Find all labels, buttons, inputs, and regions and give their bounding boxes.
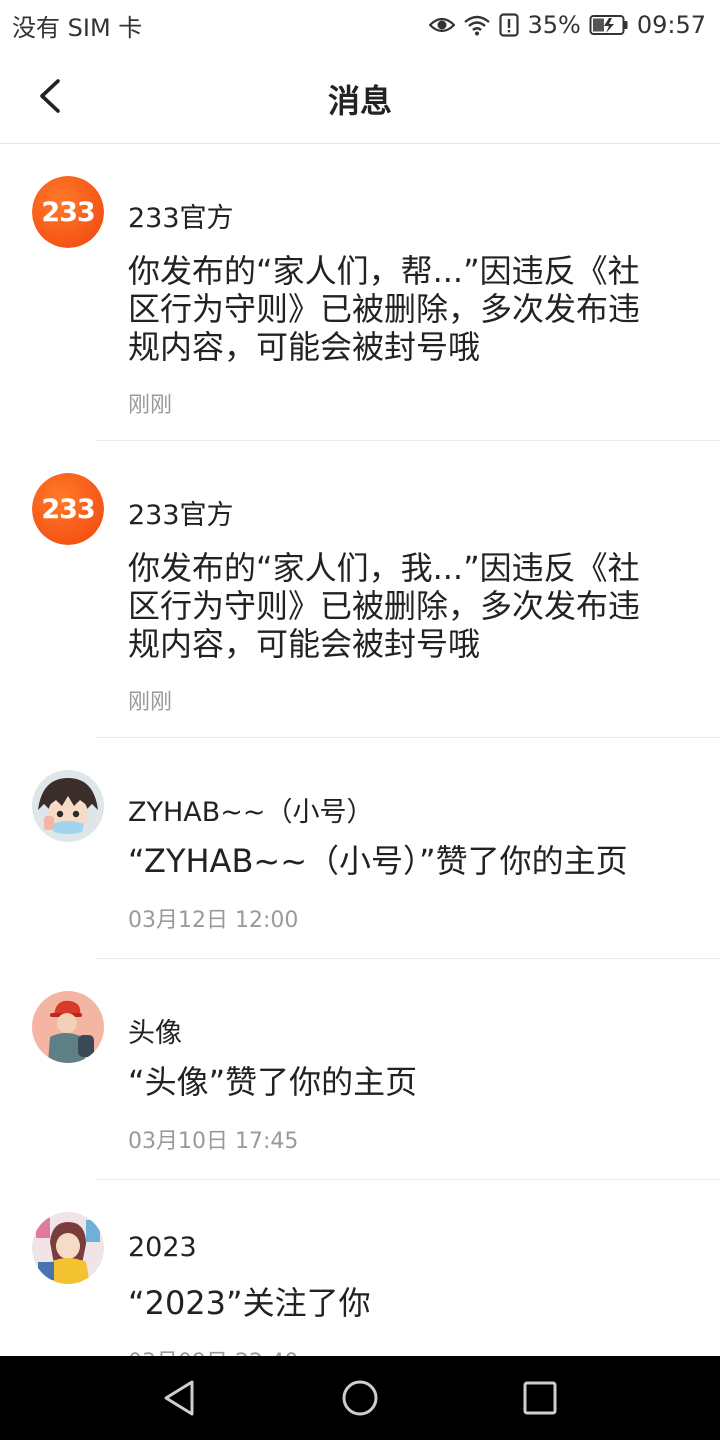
avatar[interactable] [32, 770, 104, 842]
message-text: 你发布的“家人们，帮...”因违反《社区行为守则》已被删除，多次发布违规内容，可… [128, 252, 641, 366]
message-list[interactable]: 233 233官方 你发布的“家人们，帮...”因违反《社区行为守则》已被删除，… [0, 144, 720, 1401]
sender-name: 233官方 [128, 203, 234, 234]
alert-icon [499, 13, 520, 37]
system-nav-bar [0, 1356, 720, 1440]
clock: 09:57 [636, 11, 706, 39]
wifi-icon [463, 14, 491, 36]
nav-recents-button[interactable] [520, 1378, 560, 1418]
sender-name: ZYHAB~~（小号） [128, 797, 374, 828]
circle-home-icon [342, 1380, 378, 1416]
message-time: 03月10日 17:45 [128, 1129, 299, 1154]
triangle-back-icon [164, 1380, 194, 1416]
message-item[interactable]: 233 233官方 你发布的“家人们，我...”因违反《社区行为守则》已被删除，… [0, 441, 720, 738]
brand-233-logo: 233 [32, 473, 104, 545]
top-app-bar: 消息 [0, 50, 720, 144]
nav-home-button[interactable] [340, 1378, 380, 1418]
avatar[interactable] [32, 991, 104, 1063]
eye-icon [429, 15, 456, 35]
message-text: “ZYHAB~~（小号）”赞了你的主页 [128, 842, 628, 880]
message-time: 03月12日 12:00 [128, 908, 299, 933]
sender-name: 2023 [128, 1232, 197, 1263]
sender-name: 233官方 [128, 500, 234, 531]
avatar[interactable] [32, 1212, 104, 1284]
avatar-illustration-icon [32, 991, 104, 1063]
message-item[interactable]: ZYHAB~~（小号） “ZYHAB~~（小号）”赞了你的主页 03月12日 1… [0, 738, 720, 959]
anime-avatar-icon [32, 770, 104, 842]
message-text: “头像”赞了你的主页 [128, 1063, 418, 1101]
message-text: “2023”关注了你 [128, 1284, 371, 1322]
avatar[interactable]: 233 [32, 473, 104, 545]
message-time: 刚刚 [128, 690, 173, 715]
anime-avatar-icon [32, 1212, 104, 1284]
message-item[interactable]: 233 233官方 你发布的“家人们，帮...”因违反《社区行为守则》已被删除，… [0, 144, 720, 441]
status-bar: 没有 SIM 卡 35% 09:57 [0, 0, 720, 50]
page-title: 消息 [327, 82, 392, 120]
message-text: 你发布的“家人们，我...”因违反《社区行为守则》已被删除，多次发布违规内容，可… [128, 549, 641, 663]
message-item[interactable]: 头像 “头像”赞了你的主页 03月10日 17:45 [0, 959, 720, 1180]
battery-charging-icon [589, 14, 629, 36]
status-icons: 35% 09:57 [429, 11, 706, 39]
square-recents-icon [523, 1381, 557, 1415]
carrier-label: 没有 SIM 卡 [12, 13, 143, 42]
nav-back-button[interactable] [160, 1378, 200, 1418]
brand-233-logo: 233 [32, 176, 104, 248]
sender-name: 头像 [128, 1018, 182, 1049]
message-time: 刚刚 [128, 393, 173, 418]
battery-percent: 35% [527, 11, 581, 39]
avatar[interactable]: 233 [32, 176, 104, 248]
